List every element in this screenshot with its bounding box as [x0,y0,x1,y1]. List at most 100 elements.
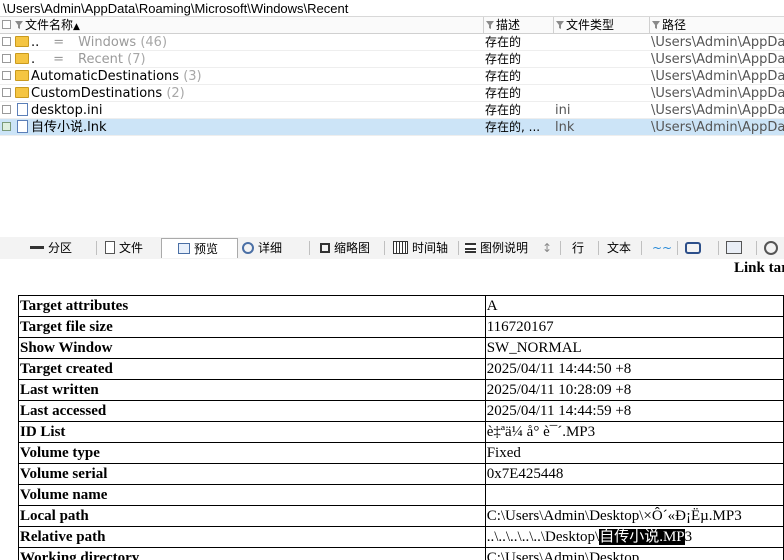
file-path: \Users\Admin\AppData [651,103,784,118]
file-tab[interactable]: 文件 [101,238,147,258]
file-path: \Users\Admin\AppData [651,52,784,67]
legend-tab[interactable]: 图例说明 [461,238,532,258]
filter-icon[interactable] [652,20,660,29]
column-label-name: 文件名称 [25,18,74,32]
sort-ascending-icon: ▲ [73,22,80,32]
row-checkbox[interactable] [2,54,11,63]
column-header-name[interactable]: 文件名称▲ [0,17,484,34]
preview-tab[interactable]: 预览 [161,238,238,258]
property-value [484,484,784,506]
sort-toggle-icon[interactable]: ↕ [538,238,556,258]
table-row: Relative path ..\..\..\..\..\Desktop\自传小说… [18,526,784,548]
table-row: Local path C:\Users\Admin\Desktop\×Ô´«Ð¡Ë… [18,505,784,527]
filter-icon[interactable] [486,20,494,29]
table-row: Last written 2025/04/11 10:28:09 +8 [18,379,784,401]
calendar-icon [393,241,408,254]
property-key: Volume serial [18,463,486,485]
table-row: Target file size 116720167 [18,316,784,338]
preview-label: 预览 [194,242,219,256]
row-checkbox[interactable] [2,88,11,97]
address-path-bar[interactable]: \Users\Admin\AppData\Roaming\Microsoft\W… [0,0,784,17]
link-properties-table: Target attributes A Target file size 11672… [18,295,784,560]
folder-icon [15,69,29,81]
partition-tab[interactable]: 分区 [26,238,76,258]
file-row-custom-destinations[interactable]: CustomDestinations (2) 存在的 \Users\Admin\… [0,85,784,102]
alias-equals: = [53,52,65,67]
file-name: CustomDestinations [31,86,163,101]
property-value: 2025/04/11 14:44:50 +8 [484,358,784,380]
filter-icon[interactable] [556,20,564,29]
file-type [554,85,650,102]
magnifier-icon [242,241,254,254]
property-value: C:\Users\Admin\Desktop\×Ô´«Ð¡Ëµ.MP3 [484,505,784,527]
select-all-checkbox[interactable] [2,20,11,29]
filter-icon[interactable] [15,20,23,29]
file-description: 存在的 [485,35,522,49]
wave-icon[interactable]: ~~ [648,238,676,258]
file-description: 存在的 [485,52,522,66]
column-header-file-type[interactable]: 文件类型 [554,17,650,34]
file-description: 存在的, ... [485,120,541,134]
column-label-path: 路径 [662,18,687,32]
binoculars-icon[interactable] [681,238,709,258]
file-list-pane[interactable]: 文件名称▲ 描述 文件类型 路径 .. = Windows (46) 存在的 \Us… [0,17,784,237]
property-key: Target file size [18,316,486,338]
document-icon [17,119,28,133]
property-value: 2025/04/11 10:28:09 +8 [484,379,784,401]
file-row-current-dir[interactable]: . = Recent (7) 存在的 \Users\Admin\AppData [0,51,784,68]
toolbar-separator [718,241,719,255]
row-label: 行 [572,241,585,255]
toolbar-separator [598,241,599,255]
file-icon [105,241,115,254]
file-name: .. [31,35,40,50]
table-row: Target attributes A [18,295,784,317]
column-label-description: 描述 [496,18,521,32]
target-icon[interactable] [760,238,784,258]
file-row-desktop-ini[interactable]: desktop.ini 存在的 ini \Users\Admin\AppData [0,102,784,119]
file-type [554,68,650,85]
legend-label: 图例说明 [480,241,529,255]
property-key: Last accessed [18,400,486,422]
property-value: 2025/04/11 14:44:59 +8 [484,400,784,422]
file-label: 文件 [119,241,144,255]
property-value: C:\Users\Admin\Desktop [484,547,784,560]
thumbnail-label: 缩略图 [334,241,371,255]
file-row-selected-lnk[interactable]: 自传小说.lnk 存在的, ... lnk \Users\Admin\AppDa… [0,119,784,136]
column-header-path[interactable]: 路径 [650,17,784,34]
details-tab[interactable]: 详细 [238,238,286,258]
property-key: Target created [18,358,486,380]
row-checkbox[interactable] [2,37,11,46]
thumbnail-tab[interactable]: 缩略图 [316,238,374,258]
view-mode-toolbar: 分区 文件 预览 详细 缩略图 时间轴 图例说明 ↕ 行 文本 ~~ [0,237,784,260]
toolbar-separator [458,241,459,255]
item-count: (46) [140,35,168,50]
file-description: 存在的 [485,86,522,100]
column-header-description[interactable]: 描述 [484,17,554,34]
file-name: AutomaticDestinations [31,69,180,84]
timeline-tab[interactable]: 时间轴 [389,238,452,258]
list-icon [465,242,476,253]
row-checkbox[interactable] [2,105,11,114]
item-count: (7) [127,52,146,67]
text-button[interactable]: 文本 [603,238,635,258]
toolbar-separator [384,241,385,255]
property-key: Working directory [18,547,486,560]
toolbar-separator [641,241,642,255]
row-checkbox[interactable] [2,71,11,80]
report-title: Link tar [734,260,784,276]
file-name: 自传小说.lnk [31,120,107,135]
row-button[interactable]: 行 [568,238,588,258]
row-checkbox[interactable] [2,122,11,131]
highlighted-text[interactable]: 自传小说.MP [599,529,685,545]
toolbar-separator [96,241,97,255]
property-key: ID List [18,421,486,443]
table-row: Show Window SW_NORMAL [18,337,784,359]
file-row-automatic-destinations[interactable]: AutomaticDestinations (3) 存在的 \Users\Adm… [0,68,784,85]
relative-path-prefix: ..\..\..\..\..\Desktop\ [486,529,600,545]
settings-list-icon[interactable] [722,238,750,258]
preview-report-pane[interactable]: Link tar Target attributes A Target file … [0,259,784,560]
property-value: Fixed [484,442,784,464]
file-row-parent-dir[interactable]: .. = Windows (46) 存在的 \Users\Admin\AppData [0,34,784,51]
file-name: desktop.ini [31,103,103,118]
file-type [554,34,650,51]
